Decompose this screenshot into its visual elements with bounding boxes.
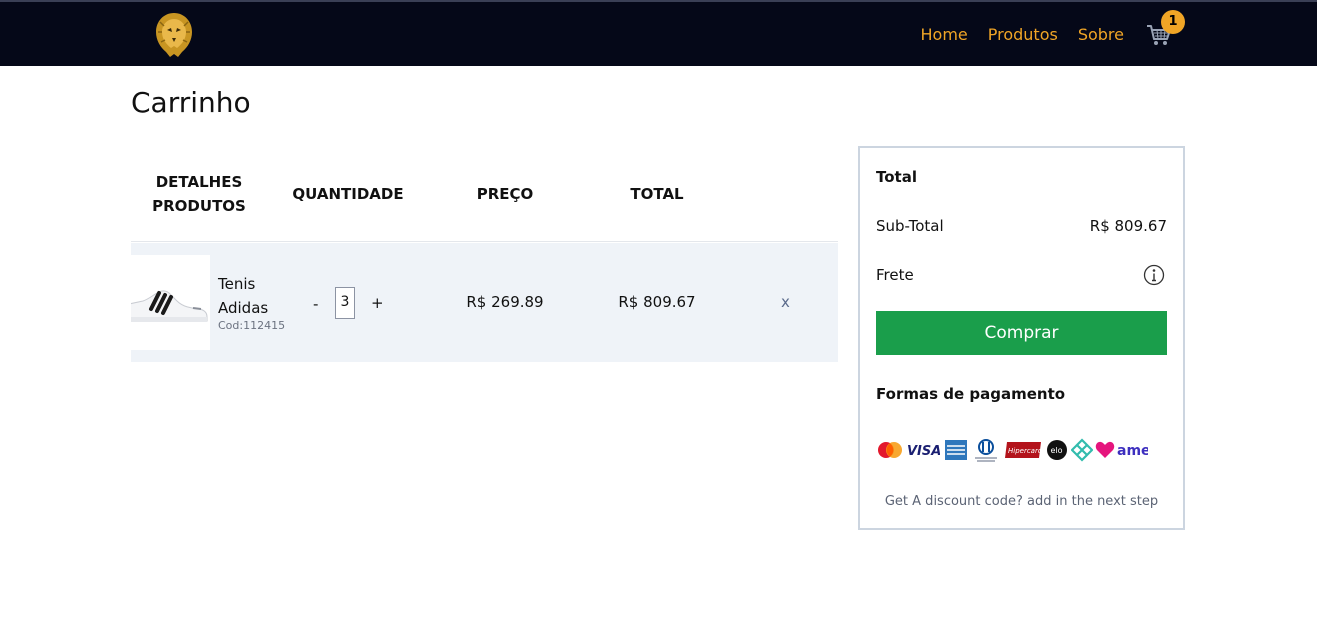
header-details-line2: PRODUTOS [152,197,246,215]
item-total: R$ 809.67 [618,293,696,311]
ame-label: ame [1117,443,1148,459]
ame-icon: ame [1117,443,1148,459]
mastercard-icon [878,442,902,458]
cart-table-header: DETALHES PRODUTOS QUANTIDADE PREÇO TOTAL [131,146,838,242]
sneaker-icon [120,290,208,322]
buy-button[interactable]: Comprar [876,311,1167,355]
pix-icon [1071,438,1093,462]
header-total: TOTAL [630,185,684,203]
nav-home-link[interactable]: Home [921,25,968,44]
hipercard-icon: Hipercard [1005,442,1042,458]
order-summary: Total Sub-Total R$ 809.67 Frete Comprar … [858,146,1185,530]
remove-item-button[interactable]: x [781,293,790,311]
item-price: R$ 269.89 [466,293,544,311]
subtotal-value: R$ 809.67 [1089,217,1167,235]
product-name: Tenis Adidas [218,275,269,317]
discount-note: Get A discount code? add in the next ste… [884,494,1159,509]
lion-logo-icon[interactable] [152,10,196,60]
subtotal-label: Sub-Total [876,217,944,235]
elo-label: elo [1051,446,1063,455]
header-details-line1: DETALHES [155,173,243,191]
info-icon[interactable] [1143,264,1165,286]
top-navbar: Home Produtos Sobre 1 [0,0,1317,66]
nav-links: Home Produtos Sobre [921,25,1125,44]
amex-icon [945,440,967,460]
payment-methods-title: Formas de pagamento [876,385,1066,403]
heart-icon [1095,441,1115,458]
product-image [120,255,210,350]
shipping-label: Frete [876,266,914,284]
diners-icon [975,439,997,462]
visa-icon: VISA [907,444,940,459]
cart-count-badge: 1 [1161,10,1185,34]
elo-icon: elo [1047,440,1067,460]
hipercard-label: Hipercard [1008,447,1042,455]
header-details: DETALHES PRODUTOS [131,170,267,218]
page-title: Carrinho [131,86,251,119]
nav-sobre-link[interactable]: Sobre [1078,25,1124,44]
payment-methods: VISA Hipercard elo ame [876,438,1167,462]
header-price: PREÇO [476,185,534,203]
increase-quantity-button[interactable]: + [371,294,384,312]
product-code: Cod:112415 [218,319,286,332]
decrease-quantity-button[interactable]: - [313,295,318,313]
quantity-input[interactable]: 3 [335,287,355,319]
header-quantity: QUANTIDADE [292,185,404,203]
nav-produtos-link[interactable]: Produtos [988,25,1058,44]
visa-label: VISA [907,444,940,459]
cart-item-row: Tenis Adidas Cod:112415 - 3 + R$ 269.89 … [120,243,838,362]
summary-title: Total [876,168,917,186]
